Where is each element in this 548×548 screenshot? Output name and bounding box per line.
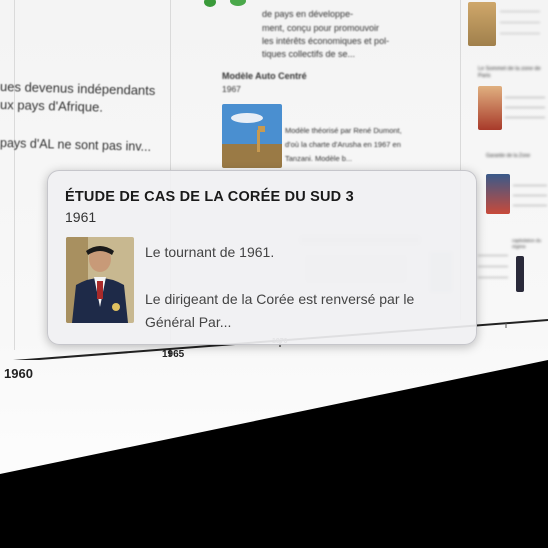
leaf-icon — [200, 0, 250, 14]
year-label-1965: 1965 — [162, 349, 185, 360]
card-year: 1961 — [65, 209, 97, 225]
event-popup-card[interactable]: ÉTUDE DE CAS DE LA CORÉE DU SUD 3 1961 L… — [47, 170, 477, 345]
bg-right-title-2: Garantie de la Zone — [486, 153, 531, 159]
bg-right-lines-2 — [505, 92, 545, 118]
giraffe-thumbnail[interactable] — [222, 104, 282, 168]
bg-right-title-1: Le Sommet de la zone de Paris — [478, 66, 541, 80]
right-thumbnail-1[interactable] — [468, 2, 496, 46]
portrait-photo[interactable] — [66, 237, 134, 323]
bg-right-title-3: capitulation du régime — [512, 238, 542, 250]
bg-mid-partial: de pays en développe- — [262, 9, 354, 19]
column-divider — [14, 0, 15, 350]
year-label-1960: 1960 — [4, 366, 33, 381]
bg-mid-line-2: les intérêts économiques et pol- — [262, 36, 390, 46]
right-thumbnail-2[interactable] — [478, 86, 502, 130]
card-title: ÉTUDE DE CAS DE LA CORÉE DU SUD 3 — [65, 189, 354, 205]
bg-mid-line-3: tiques collectifs de se... — [262, 49, 356, 59]
bg-mid-line-1: ment, conçu pour promouvoir — [262, 23, 380, 33]
right-thumbnail-3[interactable] — [486, 174, 510, 214]
right-thumbnail-4[interactable] — [516, 256, 524, 292]
bg-left-text-3: pays d'AL ne sont pas inv... — [0, 136, 152, 154]
bg-right-lines-3 — [513, 180, 547, 206]
bg-mid-card-line-3: Tanzani. Modèle b... — [285, 154, 353, 163]
bg-mid-card-year: 1967 — [222, 84, 241, 94]
card-text-2-line-1: Le dirigeant de la Corée est renversé pa… — [145, 291, 415, 307]
card-text-1: Le tournant de 1961. — [145, 244, 275, 260]
bg-left-text-2: ux pays d'Afrique. — [0, 97, 104, 115]
bg-mid-card-line-1: Modèle théorisé par René Dumont, — [285, 126, 402, 135]
bg-right-lines-4 — [478, 250, 508, 278]
bg-right-lines — [500, 4, 540, 34]
bg-mid-card-title: Modèle Auto Centré — [222, 71, 307, 81]
bg-mid-card-line-2: d'où la charte d'Arusha en 1967 en — [285, 140, 401, 149]
card-text-2-line-2: Général Par... — [145, 314, 232, 330]
